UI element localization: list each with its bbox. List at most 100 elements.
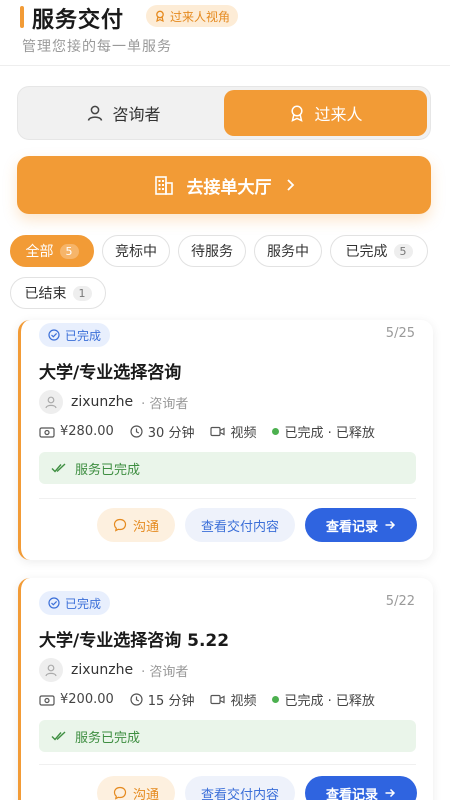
check-circle-icon <box>48 329 60 341</box>
tab-mentor[interactable]: 过来人 <box>224 90 427 136</box>
view-delivery-label: 查看交付内容 <box>200 787 279 800</box>
user-icon <box>88 105 103 121</box>
price-meta: ¥280.00 <box>39 424 114 439</box>
status-badge-label: 已完成 <box>65 596 102 611</box>
client-role: · 咨询者 <box>141 396 189 412</box>
view-delivery-label: 查看交付内容 <box>200 519 279 535</box>
filter-pending[interactable]: 待服务 <box>178 235 246 267</box>
user-icon <box>45 664 57 677</box>
arrow-right-icon <box>385 520 396 530</box>
client-info: zixunzhe · 咨询者 <box>39 658 188 682</box>
chat-button-label: 沟通 <box>132 519 159 535</box>
order-mode: 视频 <box>230 426 257 441</box>
filter-label: 竞标中 <box>115 244 157 260</box>
divider <box>39 764 416 765</box>
order-mode: 视频 <box>230 694 257 709</box>
order-duration: 15 分钟 <box>147 694 195 709</box>
page-header: 服务交付 过来人视角 管理您接的每一单服务 <box>0 0 450 66</box>
view-badge-label: 过来人视角 <box>170 9 231 24</box>
filter-count: 5 <box>393 243 413 259</box>
client-role: · 咨询者 <box>141 664 189 680</box>
done-text: 服务已完成 <box>75 730 141 746</box>
award-icon <box>156 10 164 22</box>
status-dot <box>272 696 280 703</box>
chat-button-label: 沟通 <box>132 787 159 800</box>
order-actions: 沟通 查看交付内容 查看记录 <box>97 776 417 800</box>
order-meta: ¥280.00 30 分钟 视频 已完成 · 已释放 <box>39 422 375 441</box>
money-icon <box>39 426 55 438</box>
order-meta: ¥200.00 15 分钟 视频 已完成 · 已释放 <box>39 690 375 709</box>
user-icon <box>45 396 57 409</box>
status-badge: 已完成 <box>39 323 111 347</box>
building-icon <box>154 176 173 195</box>
clock-icon <box>130 425 143 438</box>
filter-all[interactable]: 全部 5 <box>10 235 94 267</box>
tab-consultant[interactable]: 咨询者 <box>22 90 225 136</box>
filter-label: 已完成 <box>345 244 388 260</box>
money-icon <box>39 694 55 706</box>
mode-meta: 视频 <box>210 422 256 441</box>
duration-meta: 30 分钟 <box>130 422 195 441</box>
role-switch: 咨询者 过来人 <box>17 86 431 140</box>
filter-count: 1 <box>72 285 92 301</box>
award-icon <box>291 105 304 122</box>
double-check-icon <box>51 463 66 473</box>
chat-button[interactable]: 沟通 <box>97 508 175 542</box>
order-title: 大学/专业选择咨询 <box>39 363 182 383</box>
filter-count: 5 <box>59 243 79 259</box>
status-dot <box>272 428 280 435</box>
double-check-icon <box>51 731 66 741</box>
filter-label: 服务中 <box>267 244 309 260</box>
tab-mentor-label: 过来人 <box>314 105 363 124</box>
service-completed-notice: 服务已完成 <box>39 720 416 752</box>
order-state: 已完成 · 已释放 <box>284 694 375 709</box>
page-subtitle: 管理您接的每一单服务 <box>22 39 172 55</box>
price-meta: ¥200.00 <box>39 692 114 707</box>
status-badge-label: 已完成 <box>65 328 102 343</box>
service-completed-notice: 服务已完成 <box>39 452 416 484</box>
filter-bidding[interactable]: 竞标中 <box>102 235 170 267</box>
client-username: zixunzhe <box>71 662 134 678</box>
view-record-label: 查看记录 <box>325 519 378 535</box>
order-card[interactable]: 已完成 5/22 大学/专业选择咨询 5.22 zixunzhe · 咨询者 ¥… <box>18 578 433 800</box>
state-meta: 已完成 · 已释放 <box>272 422 375 441</box>
view-record-button[interactable]: 查看记录 <box>305 776 417 800</box>
arrow-right-icon <box>385 788 396 798</box>
divider <box>39 498 416 499</box>
filter-completed[interactable]: 已完成 5 <box>330 235 428 267</box>
page-title: 服务交付 <box>32 8 125 33</box>
chat-button[interactable]: 沟通 <box>97 776 175 800</box>
order-actions: 沟通 查看交付内容 查看记录 <box>97 508 417 542</box>
tab-consultant-label: 咨询者 <box>112 105 161 124</box>
order-duration: 30 分钟 <box>147 426 195 441</box>
duration-meta: 15 分钟 <box>130 690 195 709</box>
video-icon <box>210 694 226 705</box>
status-badge: 已完成 <box>39 591 111 615</box>
chat-icon <box>113 786 127 800</box>
chat-icon <box>113 518 127 532</box>
avatar <box>39 658 63 682</box>
filter-label: 全部 <box>25 244 54 260</box>
order-price: ¥280.00 <box>60 424 114 439</box>
view-record-button[interactable]: 查看记录 <box>305 508 417 542</box>
view-delivery-button[interactable]: 查看交付内容 <box>185 508 295 542</box>
view-badge: 过来人视角 <box>146 5 239 27</box>
filter-ended[interactable]: 已结束 1 <box>10 277 106 309</box>
filter-in-service[interactable]: 服务中 <box>254 235 322 267</box>
check-circle-icon <box>48 597 60 609</box>
client-info: zixunzhe · 咨询者 <box>39 390 188 414</box>
filter-label: 已结束 <box>24 286 67 302</box>
state-meta: 已完成 · 已释放 <box>272 690 375 709</box>
hall-button-label: 去接单大厅 <box>186 177 272 198</box>
view-record-label: 查看记录 <box>325 787 378 800</box>
view-delivery-button[interactable]: 查看交付内容 <box>185 776 295 800</box>
avatar <box>39 390 63 414</box>
go-to-order-hall-button[interactable]: 去接单大厅 <box>17 156 431 214</box>
filter-label: 待服务 <box>191 244 233 260</box>
order-card[interactable]: 已完成 5/25 大学/专业选择咨询 zixunzhe · 咨询者 ¥280.0… <box>18 320 433 560</box>
title-accent-bar <box>20 6 24 28</box>
video-icon <box>210 426 226 437</box>
order-date: 5/25 <box>385 326 415 341</box>
done-text: 服务已完成 <box>75 462 141 478</box>
chevron-right-icon <box>286 179 294 191</box>
